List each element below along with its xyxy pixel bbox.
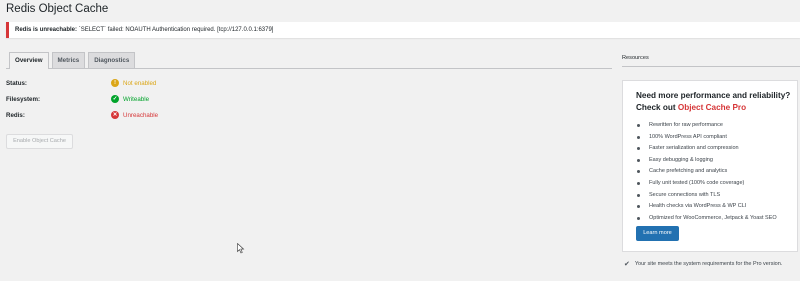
promo-headline: Need more performance and reliability? C… [636, 90, 796, 114]
bullet-icon [637, 181, 640, 185]
resources-title: Resources [622, 55, 649, 61]
error-notice: Redis is unreachable: `SELECT` failed: N… [6, 22, 800, 38]
pro-requirements-note: ✔ Your site meets the system requirement… [624, 260, 782, 268]
feature-item: Faster serialization and compression [637, 143, 777, 155]
feature-item: Health checks via WordPress & WP CLI [637, 201, 777, 213]
filesystem-label: Filesystem: [6, 96, 41, 103]
feature-text: Easy debugging & logging [649, 156, 713, 163]
feature-text: Optimized for WooCommerce, Jetpack & Yoa… [649, 214, 777, 221]
resources-divider [622, 66, 800, 67]
learn-more-button[interactable]: Learn more [636, 226, 679, 241]
bullet-icon [637, 193, 640, 197]
pro-promo-box: Need more performance and reliability? C… [622, 80, 798, 252]
feature-item: 100% WordPress API compliant [637, 132, 777, 144]
check-circle-icon: ✓ [111, 94, 119, 103]
x-circle-icon: ✕ [111, 110, 119, 119]
enable-object-cache-button[interactable]: Enable Object Cache [6, 134, 73, 149]
feature-text: Rewritten for raw performance [649, 122, 723, 128]
feature-text: Fully unit tested (100% code coverage) [649, 179, 745, 186]
feature-text: Faster serialization and compression [649, 145, 739, 152]
status-value: ! Not enabled [111, 78, 157, 87]
feature-item: Cache prefetching and analytics [637, 166, 777, 178]
feature-text: Cache prefetching and analytics [649, 168, 728, 175]
requirements-text: Your site meets the system requirements … [634, 261, 783, 267]
redis-value: ✕ Unreachable [111, 110, 159, 119]
tab-metrics[interactable]: Metrics [51, 52, 86, 68]
mouse-cursor-icon [237, 243, 245, 254]
bullet-icon [637, 147, 640, 151]
feature-list: Rewritten for raw performance 100% WordP… [637, 120, 777, 224]
feature-item: Rewritten for raw performance [637, 120, 777, 132]
bullet-icon [637, 158, 640, 162]
notice-message: `SELECT` failed: NOAUTH Authentication r… [77, 27, 274, 33]
feature-item: Easy debugging & logging [637, 155, 777, 167]
bullet-icon [637, 124, 640, 127]
promo-product-name: Object Cache Pro [677, 103, 747, 112]
feature-item: Optimized for WooCommerce, Jetpack & Yoa… [637, 213, 777, 225]
redis-value-text: Unreachable [123, 112, 159, 119]
feature-text: Secure connections with TLS [649, 191, 721, 198]
exclamation-circle-icon: ! [111, 78, 119, 87]
feature-item: Secure connections with TLS [637, 190, 777, 202]
notice-strong-text: Redis is unreachable: [15, 27, 78, 33]
tab-overview[interactable]: Overview [9, 52, 49, 69]
feature-item: Fully unit tested (100% code coverage) [637, 178, 777, 190]
promo-checkout-line: Check out Object Cache Pro [636, 102, 796, 114]
redis-label: Redis: [6, 112, 25, 119]
feature-text: 100% WordPress API compliant [649, 133, 727, 140]
tab-diagnostics[interactable]: Diagnostics [88, 52, 136, 68]
filesystem-value-text: Writeable [123, 96, 150, 103]
feature-text: Health checks via WordPress & WP CLI [649, 203, 747, 210]
checkmark-icon: ✔ [624, 261, 630, 268]
bullet-icon [637, 135, 640, 139]
page-title: Redis Object Cache [6, 3, 109, 15]
promo-checkout-prefix: Check out [636, 103, 678, 112]
bullet-icon [637, 170, 640, 174]
status-label: Status: [6, 80, 27, 87]
promo-headline-text: Need more performance and reliability? [636, 91, 791, 100]
bullet-icon [637, 216, 640, 220]
filesystem-value: ✓ Writeable [111, 94, 150, 103]
bullet-icon [637, 205, 640, 209]
status-value-text: Not enabled [123, 80, 157, 87]
tab-bar: Overview Metrics Diagnostics [6, 50, 612, 69]
